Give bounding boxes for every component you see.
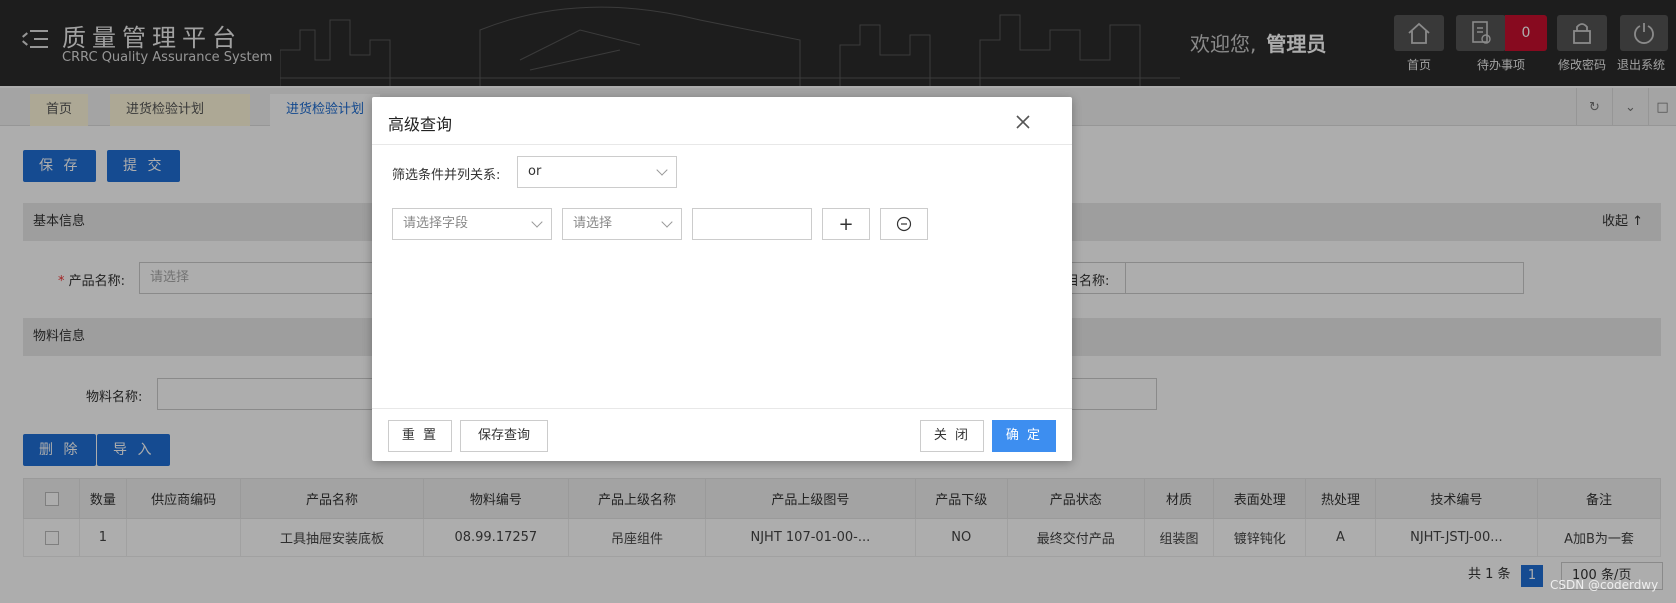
remove-condition-button[interactable]: [880, 208, 928, 240]
chevron-down-icon: [656, 164, 668, 176]
chevron-down-icon: [531, 216, 543, 228]
dialog-header-divider: [372, 144, 1072, 145]
add-condition-button[interactable]: +: [822, 208, 870, 240]
close-button[interactable]: 关 闭: [920, 420, 984, 452]
dialog-footer-divider: [372, 408, 1072, 409]
minus-circle-icon: [896, 216, 912, 232]
value-input[interactable]: [692, 208, 812, 240]
relation-label: 筛选条件并列关系:: [392, 168, 501, 183]
confirm-button[interactable]: 确 定: [992, 420, 1056, 452]
operator-select[interactable]: 请选择: [562, 208, 682, 240]
chevron-down-icon: [661, 216, 673, 228]
advanced-query-dialog: 高级查询 筛选条件并列关系: or 请选择字段 请选择 + 重 置 保存查询 关…: [372, 97, 1072, 461]
close-icon[interactable]: [1012, 111, 1034, 133]
plus-icon: +: [838, 213, 854, 235]
relation-select[interactable]: or: [517, 156, 677, 188]
field-select[interactable]: 请选择字段: [392, 208, 552, 240]
operator-select-placeholder: 请选择: [573, 216, 613, 231]
watermark: CSDN @coderdwy: [1550, 578, 1659, 592]
reset-button[interactable]: 重 置: [388, 420, 452, 452]
relation-value: or: [528, 164, 542, 179]
field-select-placeholder: 请选择字段: [403, 216, 469, 231]
dialog-title: 高级查询: [388, 115, 453, 134]
save-query-button[interactable]: 保存查询: [460, 420, 548, 452]
